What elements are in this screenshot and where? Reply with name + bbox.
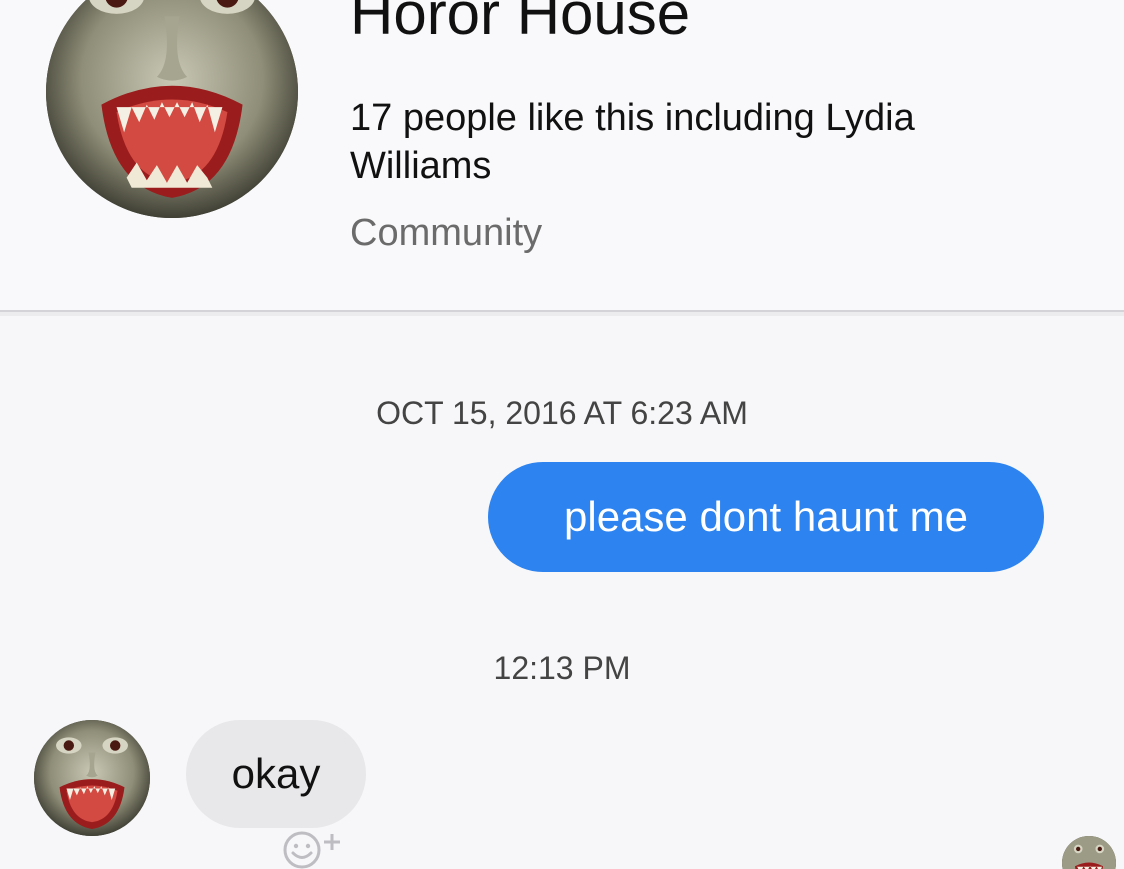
header-divider-shadow bbox=[0, 312, 1124, 316]
conversation-header: Horor House 17 people like this includin… bbox=[0, 0, 1124, 310]
profile-avatar[interactable] bbox=[46, 0, 298, 218]
seen-indicator-avatar bbox=[1062, 836, 1116, 869]
message-timestamp: 12:13 PM bbox=[493, 650, 631, 686]
received-message-bubble[interactable]: okay bbox=[186, 720, 366, 828]
page-category: Community bbox=[350, 212, 543, 254]
messenger-screen: Horor House 17 people like this includin… bbox=[0, 0, 1124, 869]
contact-avatar[interactable] bbox=[34, 720, 150, 836]
vampire-face-icon bbox=[34, 720, 150, 836]
page-title: Horor House bbox=[350, 0, 691, 47]
sent-message-bubble[interactable]: please dont haunt me bbox=[488, 462, 1044, 572]
message-timestamp: OCT 15, 2016 AT 6:23 AM bbox=[376, 395, 748, 431]
likes-summary: 17 people like this including Lydia Will… bbox=[350, 97, 915, 187]
smiley-add-icon bbox=[283, 831, 340, 869]
add-reaction-button[interactable] bbox=[280, 828, 360, 869]
vampire-face-icon bbox=[46, 0, 298, 218]
seen-avatar-icon bbox=[1062, 836, 1116, 869]
